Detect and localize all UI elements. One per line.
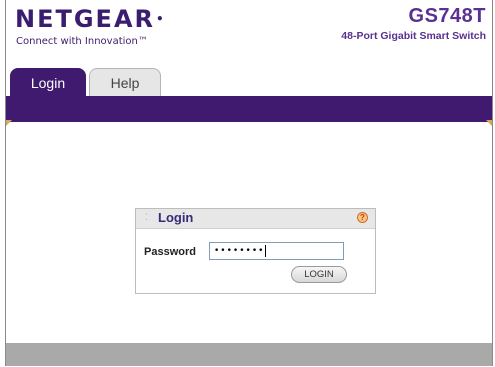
header: NETGEAR• Connect with Innovation™ GS748T… [6,0,492,66]
brand-dot-icon: • [156,12,166,26]
help-icon[interactable]: ? [357,212,368,223]
band-corner-right [486,120,492,126]
page-frame: NETGEAR• Connect with Innovation™ GS748T… [5,0,493,366]
tab-login[interactable]: Login [10,68,86,97]
password-label: Password [144,246,196,258]
model-name: GS748T [408,5,486,27]
login-panel-title: Login [158,210,194,225]
login-panel: ⁚ Login ? Password •••••••• LOGIN [135,208,376,294]
netgear-logo: NETGEAR• [15,6,166,32]
login-button[interactable]: LOGIN [291,266,347,283]
password-field[interactable]: •••••••• [209,242,344,260]
tagline: Connect with Innovation™ [16,36,148,47]
brand-name: NETGEAR [15,5,155,33]
band-corner-left [6,120,12,126]
model-description: 48-Port Gigabit Smart Switch [341,30,486,42]
tab-bar: Login Help [10,68,161,97]
footer-bar [6,343,492,366]
text-caret [265,244,267,257]
nav-band [6,96,492,122]
tab-help[interactable]: Help [89,68,161,97]
password-value: •••••••• [214,246,265,256]
grip-icon: ⁚ [145,213,148,223]
login-panel-header: ⁚ Login ? [136,209,375,229]
